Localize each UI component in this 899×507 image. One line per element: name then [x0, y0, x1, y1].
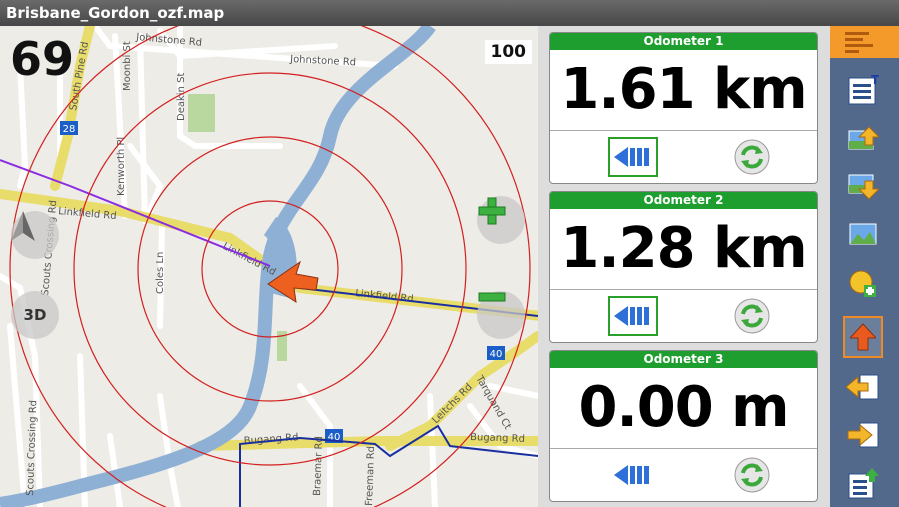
- odometer-reset-button[interactable]: [727, 455, 777, 495]
- odometer-panel: Odometer 1 1.61 km Odometer 2 1.28 km Od…: [538, 26, 830, 507]
- odometer-card: Odometer 3 0.00 m: [549, 350, 818, 502]
- street-label: Freeman Rd: [364, 446, 377, 506]
- refresh-icon: [734, 298, 770, 334]
- compass-button[interactable]: [11, 211, 59, 259]
- 3d-button[interactable]: 3D: [11, 291, 59, 339]
- menu-icon: [844, 32, 873, 53]
- track-forward-button[interactable]: [843, 418, 883, 454]
- upload-map-button[interactable]: [843, 120, 883, 156]
- map-canvas[interactable]: 28 40 40 Johnstone Rd Johnstone Rd South…: [0, 26, 538, 507]
- odometer-back-button[interactable]: [608, 137, 658, 177]
- odometer-value: 1.61 km: [550, 50, 817, 131]
- park-area: [188, 94, 215, 132]
- track-back-button[interactable]: [843, 370, 883, 406]
- odometer-back-button[interactable]: [608, 455, 658, 495]
- navigate-up-icon: [850, 323, 876, 351]
- back-arrow-icon: [614, 147, 649, 167]
- zoom-out-button[interactable]: [477, 291, 525, 339]
- window-title: Brisbane_Gordon_ozf.map: [0, 0, 899, 26]
- zoom-level: 100: [484, 40, 532, 64]
- navigate-up-button[interactable]: [843, 316, 883, 358]
- track-forward-icon: [847, 422, 879, 448]
- odometer-value: 0.00 m: [550, 368, 817, 449]
- odometer-title: Odometer 2: [550, 192, 817, 209]
- svg-text:T: T: [871, 74, 879, 87]
- download-map-button[interactable]: [843, 168, 883, 204]
- street-label: Coles Ln: [155, 252, 166, 294]
- track-back-icon: [846, 374, 879, 400]
- speed-readout: 69: [10, 32, 75, 86]
- upload-list-icon: [848, 468, 879, 499]
- download-map-icon: [848, 174, 879, 200]
- odometer-reset-button[interactable]: [727, 296, 777, 336]
- map-image-button[interactable]: [843, 216, 883, 252]
- map-image-icon: [849, 223, 877, 245]
- minus-icon: [478, 292, 506, 302]
- back-arrow-icon: [614, 465, 649, 485]
- upload-list-button[interactable]: [843, 466, 883, 502]
- map-view[interactable]: 28 40 40 Johnstone Rd Johnstone Rd South…: [0, 26, 538, 507]
- back-arrow-icon: [614, 306, 649, 326]
- menu-button[interactable]: [830, 26, 899, 58]
- route-shield-label: 28: [63, 124, 76, 135]
- street-label: Bugang Rd: [470, 432, 525, 445]
- odometer-title: Odometer 1: [550, 33, 817, 50]
- odometer-title: Odometer 3: [550, 351, 817, 368]
- route-shield-label: 40: [490, 349, 503, 360]
- odometer-card: Odometer 2 1.28 km: [549, 191, 818, 343]
- odometer-card: Odometer 1 1.61 km: [549, 32, 818, 184]
- compass-icon: [11, 211, 35, 241]
- add-waypoint-icon: [849, 270, 876, 297]
- street-label: Johnstone Rd: [289, 54, 356, 68]
- upload-map-icon: [848, 126, 879, 150]
- zoom-in-button[interactable]: [477, 196, 525, 244]
- odometer-back-button[interactable]: [608, 296, 658, 336]
- plus-icon: [478, 197, 506, 225]
- street-label: Braemar Rd: [312, 436, 325, 496]
- add-waypoint-button[interactable]: [843, 266, 883, 302]
- odometer-reset-button[interactable]: [727, 137, 777, 177]
- refresh-icon: [734, 139, 770, 175]
- right-toolbar: T: [830, 26, 899, 507]
- refresh-icon: [734, 457, 770, 493]
- odometer-value: 1.28 km: [550, 209, 817, 290]
- track-list-button[interactable]: T: [843, 72, 883, 108]
- track-list-icon: T: [848, 74, 879, 105]
